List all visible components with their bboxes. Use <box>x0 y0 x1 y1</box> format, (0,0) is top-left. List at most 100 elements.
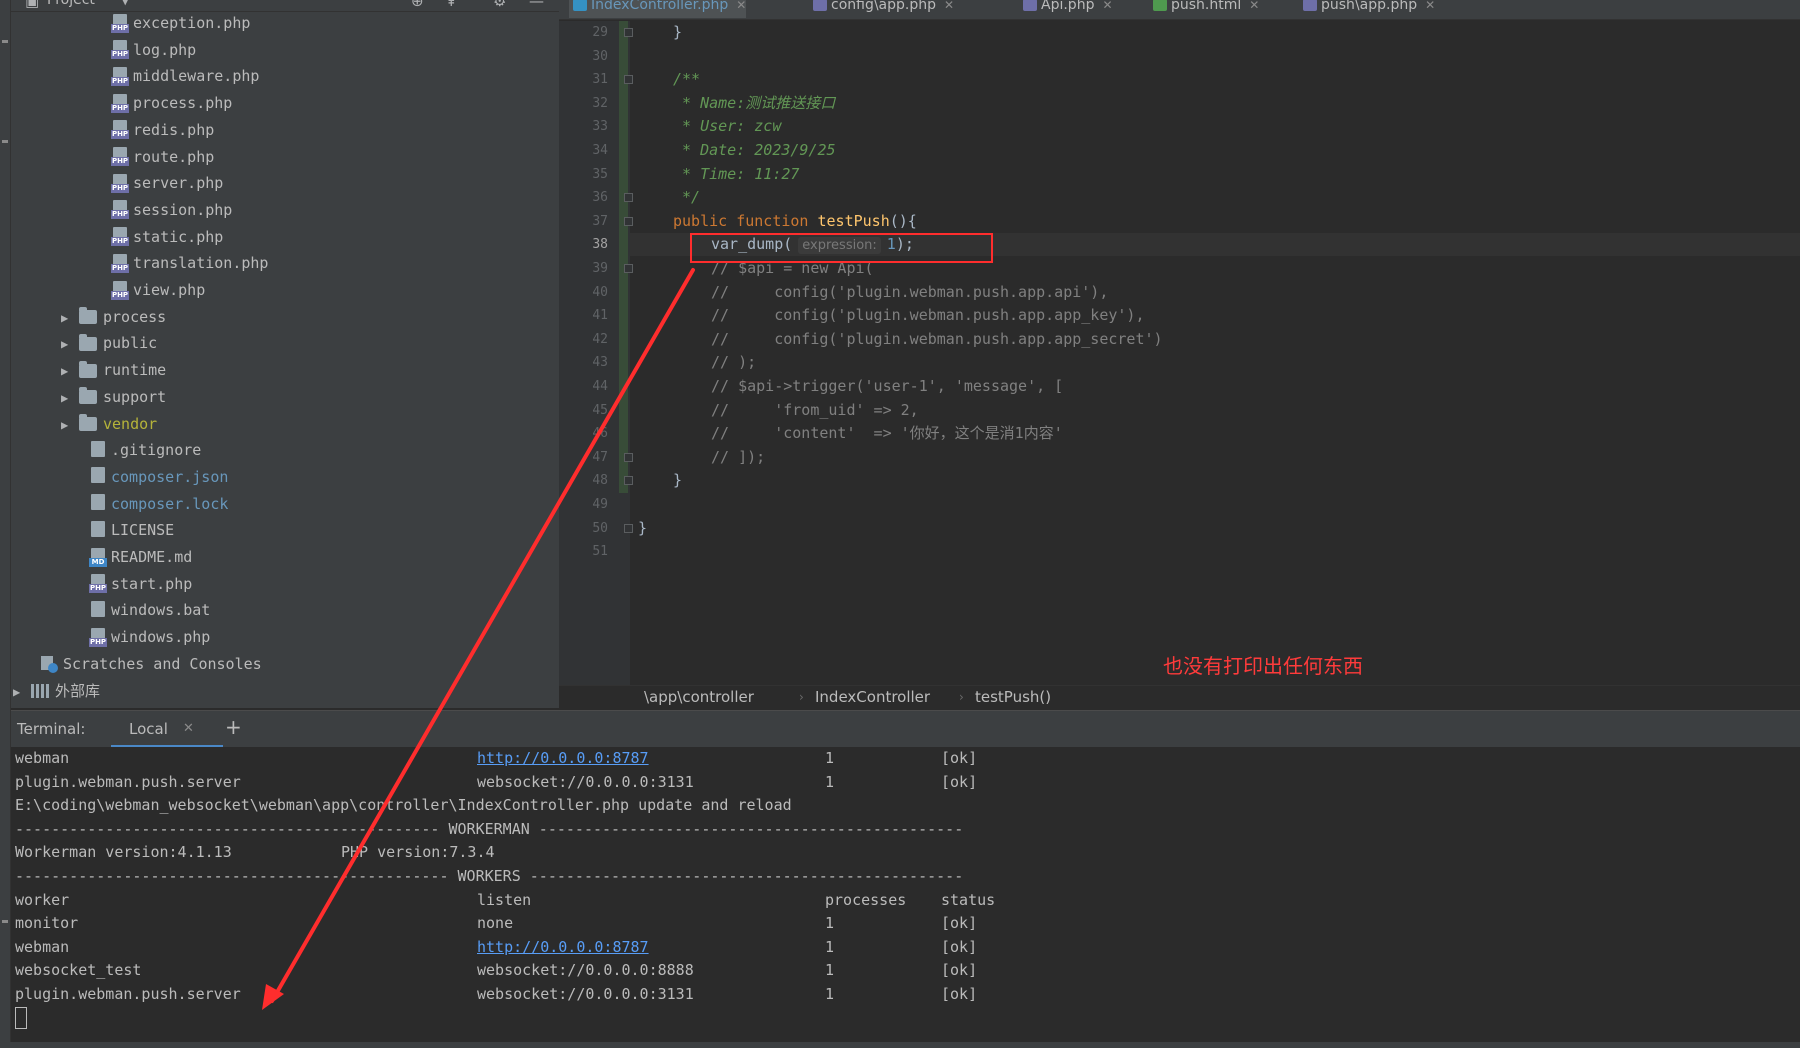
project-tool-marker[interactable] <box>2 40 8 43</box>
tree-file[interactable]: composer.lock <box>89 492 228 516</box>
text-file-icon <box>89 520 107 541</box>
collapse-all-icon[interactable]: ⇞ <box>445 0 458 10</box>
tree-file[interactable]: MD README.md <box>89 545 192 569</box>
tree-folder[interactable]: ▶ vendor <box>61 412 157 436</box>
chevron-right-icon[interactable]: ▶ <box>61 359 79 383</box>
markdown-file-icon: MD <box>89 547 107 568</box>
php-file-icon: PHP <box>111 173 129 194</box>
editor-tab[interactable]: push.html ✕ <box>1149 0 1259 18</box>
close-icon[interactable]: ✕ <box>736 0 746 12</box>
tree-folder-label: support <box>103 387 167 406</box>
folder-icon <box>79 360 97 378</box>
tree-file-label: LICENSE <box>111 521 175 540</box>
terminal-output[interactable]: webman http://0.0.0.0:8787 1 [ok] plugin.web… <box>11 747 1800 1042</box>
terminal-link[interactable]: http://0.0.0.0:8787 <box>477 936 649 959</box>
php-file-icon: PHP <box>111 147 129 167</box>
tree-file-label: translation.php <box>133 254 269 273</box>
code-line: public function testPush(){ <box>673 210 917 233</box>
code-brace: } <box>673 471 683 490</box>
code-line: * Time: 11:27 <box>673 163 799 186</box>
tree-file[interactable]: PHP log.php <box>111 38 196 62</box>
close-icon[interactable]: ✕ <box>1249 0 1259 12</box>
terminal-cell: websocket://0.0.0.0:3131 <box>477 772 694 791</box>
doc-comment: */ <box>673 188 701 207</box>
file-type-icon <box>573 0 587 11</box>
terminal-link[interactable]: http://0.0.0.0:8787 <box>477 747 649 770</box>
tree-file-label: static.php <box>133 227 224 246</box>
doc-comment: * Date: 2023/9/25 <box>673 141 836 159</box>
tree-file[interactable]: PHP static.php <box>111 225 223 249</box>
editor-tab[interactable]: IndexController.php ✕ <box>569 0 747 18</box>
fold-marker-icon[interactable] <box>624 75 633 85</box>
tree-scratches[interactable]: Scratches and Consoles <box>39 652 262 676</box>
tree-file[interactable]: PHP view.php <box>111 278 205 302</box>
favorites-tool-marker[interactable] <box>2 920 8 923</box>
tree-file[interactable]: PHP middleware.php <box>111 64 259 88</box>
line-number: 42 <box>592 331 608 347</box>
close-icon[interactable]: ✕ <box>1425 0 1435 12</box>
php-badge: PHP <box>111 263 129 273</box>
fold-marker-icon[interactable] <box>624 476 633 486</box>
close-icon[interactable]: ✕ <box>944 0 954 12</box>
tree-folder[interactable]: ▶ runtime <box>61 358 166 382</box>
php-file-icon: PHP <box>111 93 129 114</box>
tree-file[interactable]: .gitignore <box>89 438 201 462</box>
code-editor[interactable]: 29 30 31 32 33 34 35 36 37 38 39 40 41 42 43 44 45 46 47 48… <box>559 21 1800 685</box>
tree-file[interactable]: PHP start.php <box>89 572 192 596</box>
tree-file[interactable]: LICENSE <box>89 518 174 542</box>
hide-panel-icon[interactable]: — <box>529 0 544 10</box>
fold-marker-icon[interactable] <box>624 523 633 533</box>
editor-tab[interactable]: config\app.php ✕ <box>809 0 954 18</box>
tree-folder[interactable]: ▶ public <box>61 331 157 355</box>
chevron-right-icon[interactable]: ▶ <box>13 680 31 704</box>
fold-marker-icon[interactable] <box>624 28 633 37</box>
breadcrumb-method[interactable]: testPush() <box>975 686 1051 709</box>
close-icon[interactable]: ✕ <box>183 721 194 736</box>
code-line: // config('plugin.webman.push.app.api'), <box>711 281 1108 304</box>
tree-folder[interactable]: ▶ support <box>61 385 166 409</box>
fold-marker-icon[interactable] <box>624 216 633 226</box>
fold-marker-icon[interactable] <box>624 264 633 273</box>
tree-file[interactable]: PHP redis.php <box>111 118 214 142</box>
line-comment: // 'from_uid' => 2, <box>711 400 919 419</box>
gear-icon[interactable]: ⚙ <box>493 0 506 10</box>
editor-tab-label: config\app.php <box>831 0 937 13</box>
left-tool-stripe <box>0 0 11 1048</box>
project-title[interactable]: Project <box>47 0 95 8</box>
editor-tab-label: push.html <box>1171 0 1242 13</box>
close-icon[interactable]: ✕ <box>1102 0 1112 12</box>
chevron-right-icon[interactable]: ▶ <box>61 306 79 330</box>
breadcrumb-class[interactable]: IndexController <box>815 686 930 709</box>
tree-folder[interactable]: ▶ process <box>61 305 166 329</box>
terminal-label: Terminal: <box>17 720 86 738</box>
tree-file[interactable]: PHP route.php <box>111 145 214 169</box>
tree-file[interactable]: PHP exception.php <box>111 11 250 35</box>
tree-file[interactable]: windows.bat <box>89 598 210 622</box>
locate-icon[interactable]: ⊕ <box>411 0 424 10</box>
chevron-right-icon[interactable]: ▶ <box>61 386 79 410</box>
chevron-down-icon[interactable]: ▼ <box>121 0 129 7</box>
editor-tab[interactable]: push\app.php ✕ <box>1299 0 1435 18</box>
tree-file[interactable]: PHP server.php <box>111 171 223 195</box>
fold-marker-icon[interactable] <box>624 452 633 462</box>
annotation-text: 也没有打印出任何东西 <box>1163 654 1363 678</box>
tab-local[interactable]: Local <box>129 720 168 738</box>
tree-file-label: session.php <box>133 200 233 219</box>
code-line: * Date: 2023/9/25 <box>673 139 836 162</box>
tree-file[interactable]: PHP translation.php <box>111 251 268 275</box>
editor-tab[interactable]: Api.php ✕ <box>1019 0 1113 18</box>
structure-tool-marker[interactable] <box>2 140 8 143</box>
line-number: 37 <box>592 213 608 229</box>
editor-tab-label: Api.php <box>1041 0 1095 13</box>
chevron-right-icon[interactable]: ▶ <box>61 332 79 356</box>
new-terminal-button[interactable]: + <box>225 715 242 739</box>
tree-file[interactable]: PHP windows.php <box>89 625 210 649</box>
tree-file[interactable]: PHP process.php <box>111 91 232 115</box>
fold-marker-icon[interactable] <box>624 193 633 203</box>
chevron-right-icon[interactable]: ▶ <box>61 413 79 437</box>
breadcrumb-namespace[interactable]: \app\controller <box>644 686 754 709</box>
tree-file[interactable]: composer.json <box>89 465 228 489</box>
tree-external-libs[interactable]: ▶ 外部库 <box>13 679 100 703</box>
terminal-cell: [ok] <box>941 937 978 956</box>
tree-file[interactable]: PHP session.php <box>111 198 232 222</box>
